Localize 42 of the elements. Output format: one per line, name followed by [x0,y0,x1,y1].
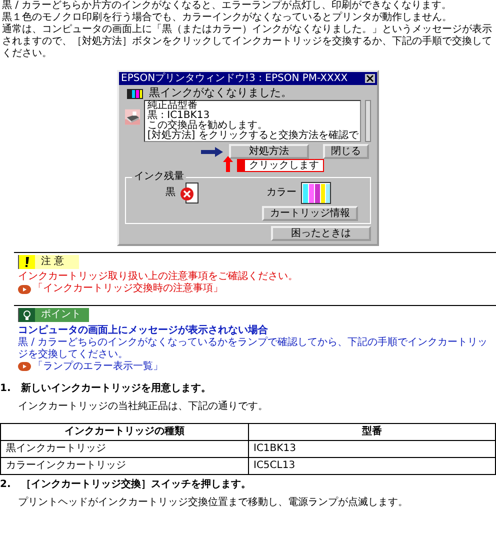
table-cell: IC1BK13 [248,440,496,457]
column-header: インクカートリッジの種類 [0,423,248,440]
point-link[interactable]: 「ランプのエラー表示一覧」 [33,360,163,372]
step-text: プリントヘッドがインクカートリッジ交換位置まで移動し、電源ランプが点滅します。 [17,496,409,510]
details-line: [対処方法] をクリックすると交換方法を確認で [147,131,358,141]
step-text: インクカートリッジの当社純正品は、下記の通りです。 [17,400,269,414]
step-title: ［インクカートリッジ交換］スイッチを押します。 [20,478,251,490]
pointer-arrow-icon [221,156,235,172]
step-number: 1. [0,382,11,394]
step-title: 新しいインクカートリッジを用意します。 [20,382,211,394]
caution-label: 注 意 [40,256,66,268]
scroll-bar[interactable] [365,100,371,142]
point-text: 黒 / カラーどちらのインクがなくなっているかをランプで確認してから、下記の手順でインクカートリッジを交換してください。 [18,336,489,360]
column-header: 型番 [248,423,496,440]
arrow-icon [201,146,223,156]
dialog-title: EPSONプリンタウィンドウ!3 : EPSON PM-XXXX [121,73,348,84]
table-cell: カラーインクカートリッジ [0,457,248,474]
dialog-message: 黒インクがなくなりました。 [149,86,292,99]
action-button[interactable]: 対処方法 [229,144,309,159]
exclamation-icon [19,255,35,269]
point-label: ポイント [40,309,82,321]
ink-label: カラー [266,187,296,199]
step-number: 2. [0,478,11,490]
cartridge-info-button[interactable]: カートリッジ情報 [262,206,358,221]
caution-link[interactable]: 「インクカートリッジ交換時の注意事項」 [33,283,223,295]
table-cell: 黒インクカートリッジ [0,440,248,457]
close-icon[interactable] [365,74,375,83]
close-button[interactable]: 閉じる [323,144,369,159]
intro-text: 通常は、コンピュータの画面上に「黒（またはカラー）インクがなくなりました。」というメッセージが表示されますので、［対処方法］ボタンをクリックしてインクカートリッジを交換するか、下記の手順で交換してください。 [1,24,493,60]
details-line: 純正品型番 [147,101,198,111]
details-line: 黒 : IC1BK13 [147,111,210,121]
intro-text: 黒１色のモノクロ印刷を行う場合でも、カラーインクがなくなっているとプリンタが動作しません。 [1,12,453,24]
caution-text: インクカートリッジ取り扱い上の注意事項をご確認ください。 [18,271,299,282]
table-cell: IC5CL13 [248,457,496,474]
ink-label: 黒 [166,187,176,199]
callout-label: クリックします [237,159,324,172]
details-line: この交換品を勧めします。 [147,121,268,131]
lightbulb-icon [19,308,35,322]
group-title: インク残量 [133,172,185,182]
help-button[interactable]: 困ったときは [271,226,371,241]
ink-icon [127,86,143,98]
point-heading: コンピュータの画面上にメッセージが表示されない場合 [18,324,269,336]
